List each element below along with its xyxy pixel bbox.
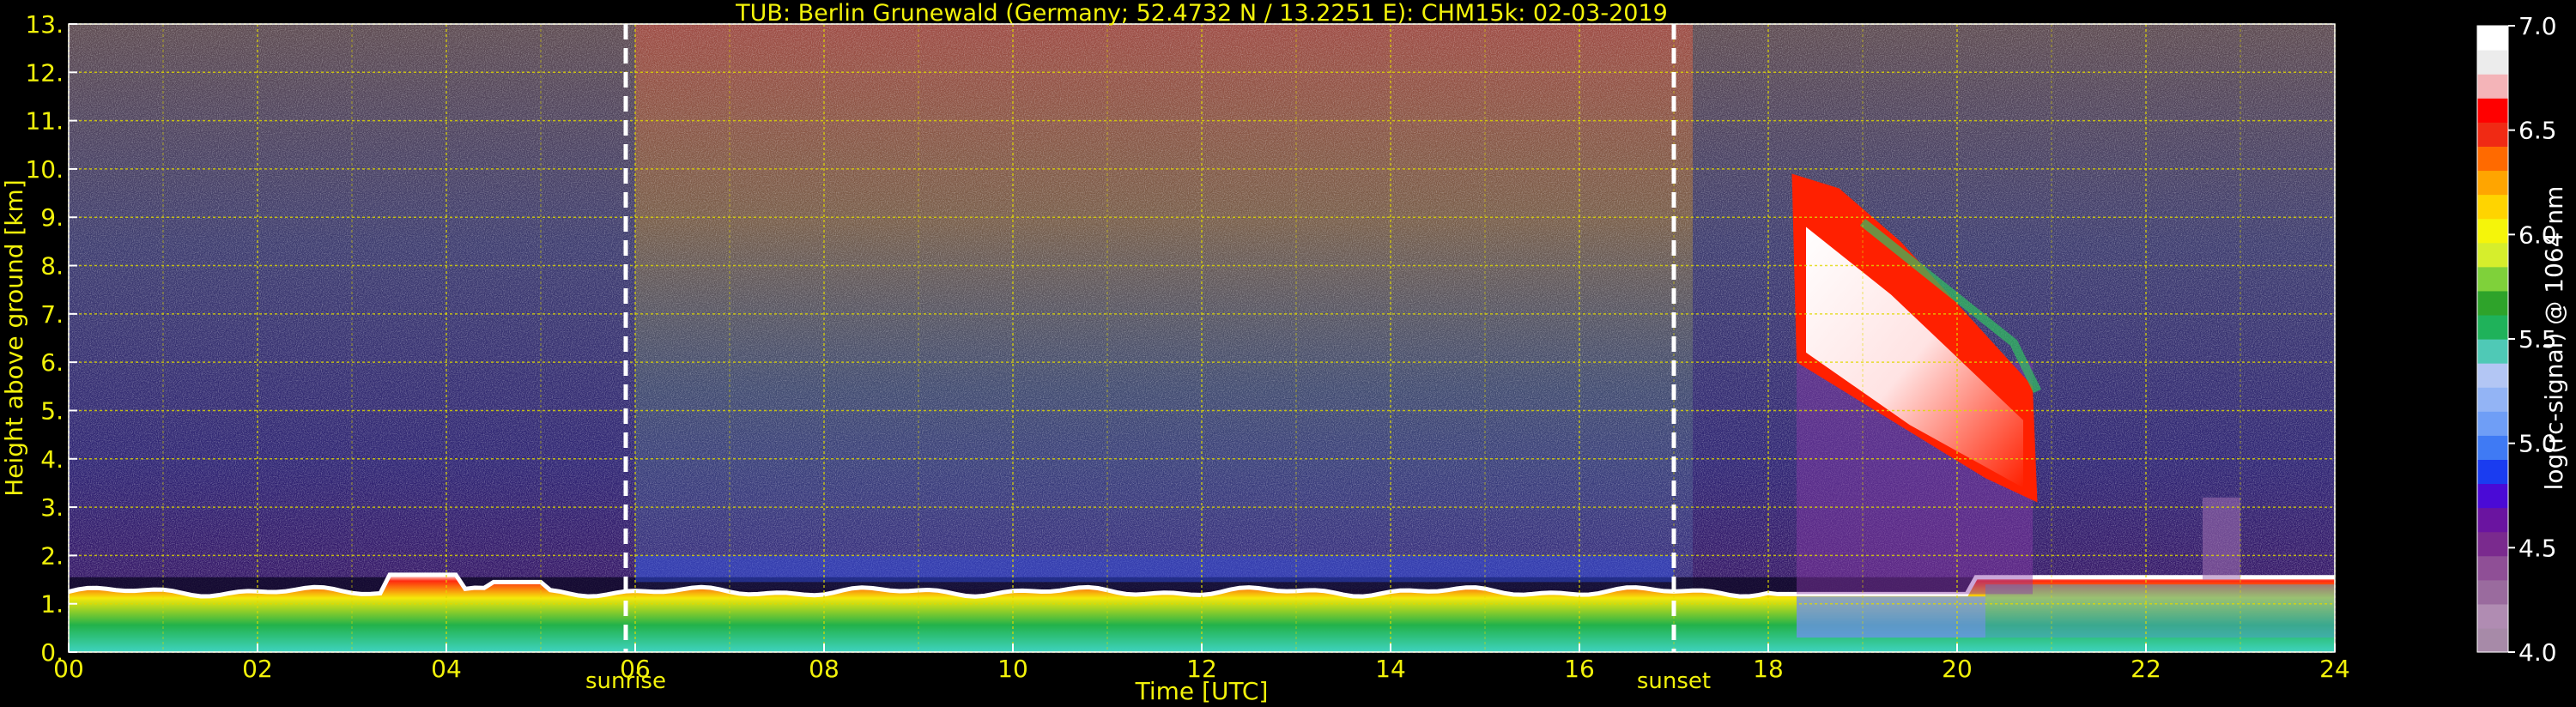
colorbar-segment xyxy=(2477,122,2508,147)
colorbar-segment xyxy=(2477,266,2508,292)
x-tick-label: 20 xyxy=(1942,655,1973,683)
colorbar-segment xyxy=(2477,579,2508,605)
colorbar-segment xyxy=(2477,483,2508,509)
colorbar-segment xyxy=(2477,74,2508,99)
colorbar-segment xyxy=(2477,50,2508,75)
colorbar-segment xyxy=(2477,170,2508,196)
y-tick-label: 2. xyxy=(40,541,64,570)
y-tick-label: 12. xyxy=(25,58,64,87)
y-tick-label: 8. xyxy=(40,252,64,281)
colorbar-segment xyxy=(2477,339,2508,364)
chart-title: TUB: Berlin Grunewald (Germany; 52.4732 … xyxy=(735,0,1668,27)
colorbar-tick-label: 4.5 xyxy=(2518,534,2557,562)
x-tick-label: 18 xyxy=(1753,655,1784,683)
aerosol-band xyxy=(635,555,1674,583)
colorbar-segment xyxy=(2477,555,2508,581)
colorbar-segment xyxy=(2477,194,2508,220)
colorbar-tick-label: 7.0 xyxy=(2518,12,2557,40)
colorbar-segment xyxy=(2477,531,2508,557)
colorbar-segment xyxy=(2477,314,2508,340)
x-tick-label: 10 xyxy=(997,655,1028,683)
x-tick-label: 08 xyxy=(809,655,839,683)
x-tick-label: 16 xyxy=(1564,655,1595,683)
colorbar-segment xyxy=(2477,459,2508,485)
colorbar-segment xyxy=(2477,387,2508,412)
colorbar-segment xyxy=(2477,242,2508,268)
precip-streak xyxy=(2203,497,2240,580)
x-tick-label: 04 xyxy=(431,655,462,683)
night-layer xyxy=(1985,584,2335,638)
colorbar-segment xyxy=(2477,627,2508,653)
y-tick-label: 11. xyxy=(25,107,64,136)
colorbar-label: log(rc-signal) @ 1064 nm xyxy=(2540,186,2568,491)
y-tick-label: 0. xyxy=(40,638,64,667)
y-tick-label: 1. xyxy=(40,590,64,619)
x-tick-label: 24 xyxy=(2319,655,2350,683)
colorbar-segment xyxy=(2477,603,2508,629)
y-tick-label: 5. xyxy=(40,396,64,425)
colorbar-segment xyxy=(2477,146,2508,172)
x-tick-label: 02 xyxy=(242,655,273,683)
y-tick-label: 13. xyxy=(25,10,64,39)
colorbar-tick-label: 4.0 xyxy=(2518,638,2557,667)
y-axis-label: Height above ground [km] xyxy=(0,179,28,497)
y-tick-label: 10. xyxy=(25,155,64,184)
colorbar-segment xyxy=(2477,218,2508,244)
sunset-label: sunset xyxy=(1637,668,1711,694)
y-tick-label: 4. xyxy=(40,445,64,474)
ceilometer-chart: sunrise sunset 00 02 04 06 08 10 12 14 16 18 20 22 24… xyxy=(0,0,2568,705)
colorbar-tick-label: 6.5 xyxy=(2518,117,2557,145)
y-tick-label: 3. xyxy=(40,493,64,522)
colorbar-segment xyxy=(2477,363,2508,388)
colorbar-segment xyxy=(2477,411,2508,436)
x-tick-label: 14 xyxy=(1375,655,1406,683)
colorbar-segment xyxy=(2477,290,2508,316)
x-tick-label: 22 xyxy=(2131,655,2161,683)
colorbar-segment xyxy=(2477,507,2508,533)
y-tick-label: 7. xyxy=(40,300,64,329)
colorbar-segment xyxy=(2477,26,2508,51)
y-tick-label: 9. xyxy=(40,203,64,232)
colorbar-segment xyxy=(2477,435,2508,460)
colorbar-segment xyxy=(2477,98,2508,123)
x-axis-label: Time [UTC] xyxy=(1135,677,1269,705)
x-tick-label: 06 xyxy=(620,655,651,683)
y-tick-label: 6. xyxy=(40,348,64,377)
